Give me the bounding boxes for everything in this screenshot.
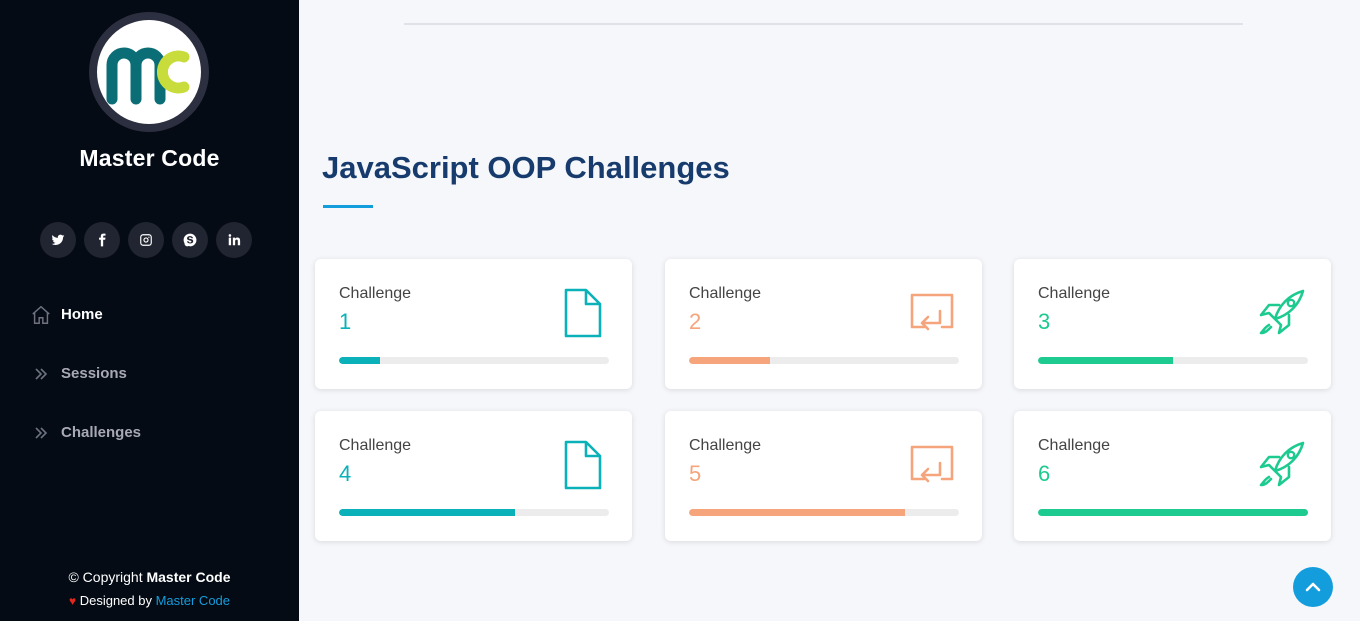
challenge-label: Challenge (689, 285, 762, 302)
file-icon (556, 439, 608, 491)
challenge-label: Challenge (339, 285, 412, 302)
twitter-icon[interactable] (40, 222, 76, 258)
file-icon (556, 287, 608, 339)
challenge-card[interactable]: Challenge 6 (1014, 411, 1331, 541)
nav-item-label: Home (61, 306, 103, 323)
progress-bar (1038, 509, 1308, 516)
progress-fill (1038, 357, 1173, 364)
challenge-label: Challenge (339, 437, 412, 454)
challenge-card[interactable]: Challenge 3 (1014, 259, 1331, 389)
instagram-icon[interactable] (128, 222, 164, 258)
challenge-label: Challenge (1038, 285, 1111, 302)
logo[interactable] (89, 12, 209, 132)
challenge-number: 6 (1038, 461, 1051, 486)
double-chevron-right-icon (30, 422, 52, 444)
nav-item-label: Challenges (61, 424, 142, 441)
nav-item-challenges[interactable]: Challenges (30, 414, 141, 451)
progress-bar (1038, 357, 1308, 364)
rocket-icon (1255, 439, 1307, 491)
progress-fill (1038, 509, 1308, 516)
challenge-card[interactable]: Challenge 2 (665, 259, 982, 389)
challenge-card[interactable]: Challenge 5 (665, 411, 982, 541)
challenge-card[interactable]: Challenge 4 (315, 411, 632, 541)
chevron-up-icon (1305, 582, 1321, 592)
progress-bar (339, 509, 609, 516)
home-icon (30, 304, 52, 326)
copyright-name: Master Code (146, 569, 231, 585)
page-title: JavaScript OOP Challenges (322, 150, 730, 185)
nav-item-home[interactable]: Home (30, 296, 141, 333)
rocket-icon (1255, 287, 1307, 339)
challenge-number: 1 (339, 309, 352, 334)
progress-fill (339, 509, 515, 516)
double-chevron-right-icon (30, 363, 52, 385)
progress-bar (689, 357, 959, 364)
designer-link[interactable]: Master Code (156, 593, 230, 608)
progress-bar (689, 509, 959, 516)
social-links (40, 222, 252, 258)
copyright-prefix: © Copyright (68, 569, 147, 585)
challenge-label: Challenge (689, 437, 762, 454)
return-screen-icon (906, 287, 958, 339)
progress-fill (689, 509, 905, 516)
nav-item-label: Sessions (61, 365, 127, 382)
brand-name: Master Code (79, 145, 220, 171)
challenge-number: 2 (689, 309, 702, 334)
progress-bar (339, 357, 609, 364)
challenge-number: 3 (1038, 309, 1051, 334)
linkedin-icon[interactable] (216, 222, 252, 258)
header-divider (404, 23, 1243, 25)
challenge-card[interactable]: Challenge 1 (315, 259, 632, 389)
sidebar-nav: Home Sessions Challenges (30, 296, 141, 473)
challenge-number: 4 (339, 461, 352, 486)
progress-fill (689, 357, 770, 364)
return-screen-icon (906, 439, 958, 491)
copyright: © Copyright Master Code (0, 565, 299, 589)
challenge-label: Challenge (1038, 437, 1111, 454)
designed-by: ♥ Designed by Master Code (0, 589, 299, 613)
facebook-icon[interactable] (84, 222, 120, 258)
designed-prefix: Designed by (76, 593, 156, 608)
logo-image (97, 20, 201, 124)
sidebar: Master Code Home Sessions Challenges © C… (0, 0, 299, 621)
progress-fill (339, 357, 380, 364)
skype-icon[interactable] (172, 222, 208, 258)
challenge-number: 5 (689, 461, 702, 486)
back-to-top-button[interactable] (1293, 567, 1333, 607)
title-underline (323, 205, 373, 208)
sidebar-footer: © Copyright Master Code ♥ Designed by Ma… (0, 565, 299, 613)
nav-item-sessions[interactable]: Sessions (30, 355, 141, 392)
